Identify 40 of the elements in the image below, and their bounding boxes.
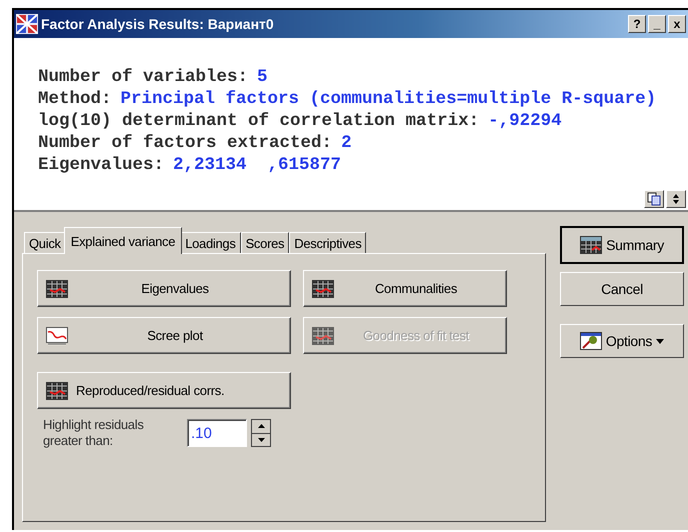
output-value: 2 [341,133,352,153]
caret-icon [656,338,664,344]
spinner[interactable] [251,419,271,447]
output-label: Method: [38,89,112,109]
output-label: log(10) determinant of correlation matrix: [38,111,480,131]
tab[interactable]: Loadings [180,232,241,254]
output-value: Principal factors (communalities=multiple R-square) [120,89,656,109]
expand-icon[interactable] [666,190,686,208]
table-icon [312,326,334,344]
output-value: 5 [257,67,268,87]
action-button[interactable]: Reproduced/residual corrs. [37,372,291,409]
output-label: Number of variables: [38,67,248,87]
app-icon [16,14,38,34]
dialog-button[interactable]: Cancel [560,272,684,306]
minimize-button[interactable]: _ [648,15,666,33]
help-button[interactable]: ? [628,15,646,33]
tab[interactable]: Explained variance [64,227,182,254]
action-button[interactable]: Scree plot [37,317,291,354]
table-icon [580,236,602,254]
line-chart-icon [46,326,68,344]
output-value: -,92294 [488,111,562,131]
close-button[interactable]: x [668,15,686,33]
tab[interactable]: Quick [24,232,66,254]
threshold-field[interactable]: .10 [187,419,247,447]
table-icon [312,280,334,298]
table-icon [46,382,68,400]
action-button[interactable]: Eigenvalues [37,270,291,307]
action-button[interactable]: Communalities [303,270,507,307]
window-title: Factor Analysis Results: Вариант0 [41,16,275,32]
output-value: 2,23134 ,615877 [173,155,342,175]
tab[interactable]: Scores [240,232,290,254]
output-label: Eigenvalues: [38,155,164,175]
dialog-button[interactable]: Summary [560,226,684,264]
dialog-icon [580,332,602,350]
options-button[interactable]: Options [560,324,684,358]
output-label: Number of factors extracted: [38,133,332,153]
tab[interactable]: Descriptives [289,232,366,254]
highlight-label: Highlight residuals greater than: [43,417,145,449]
copy-icon[interactable] [644,190,664,208]
table-icon [46,280,68,298]
